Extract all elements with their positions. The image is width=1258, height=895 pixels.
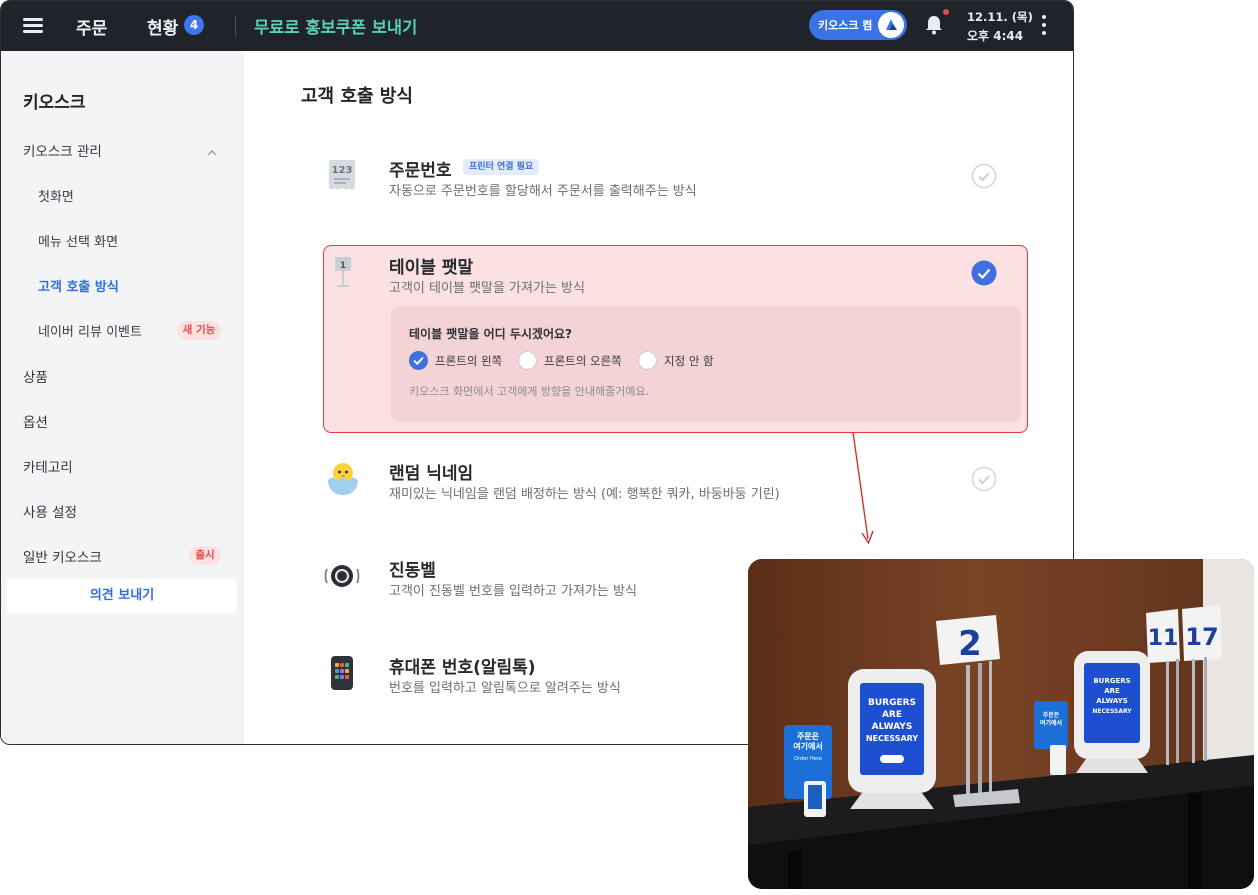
option-order-number-title[interactable]: 주문번호 [389,156,452,181]
vibration-bell-icon [324,561,360,595]
stand-small-text-2: 여기에서 [1040,719,1062,727]
kiosk2-screen-text-2: ARE [1104,687,1120,695]
option-vibration-bell-desc: 고객이 진동벨 번호를 입력하고 가져가는 방식 [389,584,637,599]
option-table-sign-desc: 고객이 테이블 팻말을 가져가는 방식 [389,281,585,296]
stand-text-3: Order Here [794,756,822,762]
kiosk-logo-icon [878,12,904,38]
sign-number-2: 2 [958,624,982,664]
sidebar-item-categories[interactable]: 카테고리 [23,456,73,476]
screenshot: 주문 현황 4 무료로 홍보쿠폰 보내기 키오스크 켬 12.11. (목) 오… [0,0,1258,895]
new-feature-badge: 새 기능 [177,321,221,340]
option-order-number-check-icon[interactable] [971,163,997,189]
stand-text-2: 여기에서 [793,741,822,751]
feedback-button[interactable]: 의견 보내기 [7,578,237,614]
kiosk2-screen-text-3: ALWAYS [1096,697,1128,705]
kiosk-screen-text-1: BURGERS [868,698,916,708]
kiosk-screen-text-3: ALWAYS [872,722,913,732]
launch-badge: 출시 [189,546,221,565]
option-random-nickname-title[interactable]: 랜덤 닉네임 [389,459,473,484]
stand-text-1: 주문은 [797,732,820,741]
printer-required-badge: 프린터 연결 필요 [463,159,540,175]
sidebar-item-options[interactable]: 옵션 [23,411,48,431]
table-sign-number-text: 1 [340,261,346,271]
option-vibration-bell-title[interactable]: 진동벨 [389,556,436,581]
sign-number-11: 11 [1148,626,1179,651]
sign-placement-question: 테이블 팻말을 어디 두시겠어요? [409,327,573,341]
topbar-divider [235,15,236,37]
status-count-badge: 4 [184,15,204,35]
radio-front-left[interactable] [409,351,428,370]
more-options-icon[interactable] [1041,15,1047,35]
option-phone-number-title[interactable]: 휴대폰 번호(알림톡) [389,653,536,678]
current-time: 오후 4:44 [967,29,1024,43]
receipt-icon: 123 [327,158,357,196]
page-title: 고객 호출 방식 [301,86,413,107]
option-random-nickname-check-icon[interactable] [971,466,997,492]
phone-icon [330,655,354,695]
tab-order[interactable]: 주문 [76,14,107,39]
tab-status[interactable]: 현황 [147,14,178,39]
chick-icon [326,460,360,500]
radio-front-right[interactable] [518,351,537,370]
notification-dot [943,9,949,15]
kiosk-screen-text-2: ARE [882,710,902,720]
sign-placement-hint: 키오스크 화면에서 고객에게 방향을 안내해줄거예요. [409,385,650,398]
option-table-sign-title[interactable]: 테이블 팻말 [389,253,473,278]
sidebar-item-naver-review[interactable]: 네이버 리뷰 이벤트 [38,321,142,340]
sidebar-group-kiosk-management[interactable]: 키오스크 관리 [23,140,102,160]
sidebar-item-menu-select[interactable]: 메뉴 선택 화면 [38,231,118,250]
kiosk-toggle-label: 키오스크 켬 [818,19,873,32]
option-table-sign-check-icon[interactable] [971,260,997,286]
sidebar-item-first-screen[interactable]: 첫화면 [38,186,74,205]
chevron-up-icon[interactable] [206,144,218,156]
coupon-promo-link[interactable]: 무료로 홍보쿠폰 보내기 [254,14,417,38]
radio-front-right-label[interactable]: 프론트의 오른쪽 [544,353,622,369]
sidebar-item-usage-settings[interactable]: 사용 설정 [23,501,77,521]
sidebar-title: 키오스크 [23,93,86,113]
table-sign-icon: 1 [333,255,353,295]
sign-number-17: 17 [1185,623,1218,651]
notification-bell-icon[interactable] [922,13,946,37]
menu-icon[interactable] [23,16,45,34]
kiosk-screen-text-4: NECESSARY [866,734,919,743]
kiosk2-screen-text-4: NECESSARY [1092,708,1132,715]
top-bar: 주문 현황 4 무료로 홍보쿠폰 보내기 키오스크 켬 12.11. (목) 오… [1,1,1073,51]
option-phone-number-desc: 번호를 입력하고 알림톡으로 알려주는 방식 [389,681,621,696]
kiosk-product-photo: 주문은 여기에서 Order Here BURGERS ARE ALWAYS N… [748,559,1254,889]
kiosk-toggle-button[interactable]: 키오스크 켬 [809,10,907,40]
sidebar-item-general-kiosk[interactable]: 일반 키오스크 [23,546,102,566]
sidebar: 키오스크 키오스크 관리 첫화면 메뉴 선택 화면 고객 호출 방식 네이버 리… [1,51,244,744]
radio-front-left-label[interactable]: 프론트의 왼쪽 [435,353,502,369]
radio-not-specified[interactable] [638,351,657,370]
current-date: 12.11. (목) [967,10,1033,24]
radio-not-specified-label[interactable]: 지정 안 함 [664,353,714,369]
receipt-number-text: 123 [332,165,353,176]
option-random-nickname-desc: 재미있는 닉네임을 랜덤 배정하는 방식 (예: 행복한 쿼카, 바둥바둥 기린… [389,487,780,502]
kiosk2-screen-text-1: BURGERS [1093,677,1130,685]
option-order-number-desc: 자동으로 주문번호를 할당해서 주문서를 출력해주는 방식 [389,184,697,199]
kiosk-photo-illustration: 주문은 여기에서 Order Here BURGERS ARE ALWAYS N… [748,559,1254,889]
sidebar-item-customer-call[interactable]: 고객 호출 방식 [38,276,119,295]
sidebar-item-products[interactable]: 상품 [23,366,48,386]
stand-small-text-1: 주문은 [1043,711,1060,719]
